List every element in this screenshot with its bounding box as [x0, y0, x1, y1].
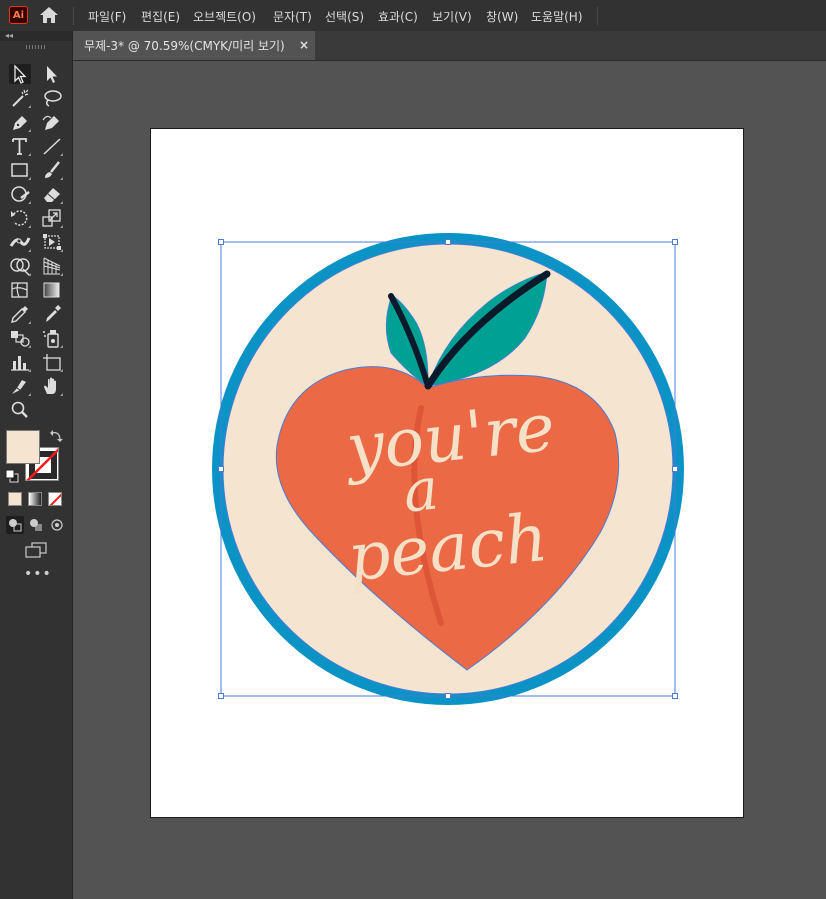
menu-select[interactable]: 선택(S) [325, 8, 364, 24]
selection-handle[interactable] [218, 466, 224, 472]
menu-object[interactable]: 오브젝트(O) [193, 8, 256, 24]
selection-tool-icon[interactable] [9, 64, 31, 84]
home-icon[interactable] [38, 5, 60, 25]
zoom-tool-icon[interactable] [9, 400, 31, 420]
fill-color-swatch[interactable] [6, 430, 40, 464]
rectangle-tool-icon[interactable] [9, 160, 31, 180]
color-mode-button[interactable] [8, 492, 22, 506]
mesh-tool-icon[interactable] [9, 280, 31, 300]
menu-effect[interactable]: 효과(C) [378, 8, 418, 24]
paintbrush-tool-icon[interactable] [41, 160, 63, 180]
gradient-tool-icon[interactable] [41, 280, 63, 300]
selection-handle[interactable] [218, 239, 224, 245]
draw-behind-icon[interactable] [27, 516, 45, 534]
menu-type[interactable]: 문자(T) [273, 8, 312, 24]
draw-normal-icon[interactable] [6, 516, 24, 534]
symbol-sprayer-tool-icon[interactable] [41, 328, 63, 348]
tools-panel-header: ◂◂ [0, 31, 72, 41]
draw-inside-icon[interactable] [48, 516, 66, 534]
shape-builder-tool-icon[interactable] [9, 256, 31, 276]
pen-tool-icon[interactable] [9, 112, 31, 132]
width-tool-icon[interactable] [9, 232, 31, 252]
selection-handle[interactable] [672, 693, 678, 699]
eyedropper-tool-icon[interactable] [9, 304, 31, 324]
magic-wand-tool-icon[interactable] [9, 88, 31, 108]
hand-tool-icon[interactable] [41, 376, 63, 396]
menu-separator [73, 7, 74, 25]
line-segment-tool-icon[interactable] [41, 136, 63, 156]
curvature-tool-icon[interactable] [41, 112, 63, 132]
column-graph-tool-icon[interactable] [9, 352, 31, 372]
artboard-tool-icon[interactable] [41, 352, 63, 372]
menu-window[interactable]: 창(W) [486, 8, 518, 24]
menu-edit[interactable]: 편집(E) [141, 8, 180, 24]
document-tab[interactable]: 무제-3* @ 70.59%(CMYK/미리 보기) × [73, 31, 315, 60]
close-icon[interactable]: × [299, 38, 309, 52]
direct-selection-tool-icon[interactable] [41, 64, 63, 84]
scale-tool-icon[interactable] [41, 208, 63, 228]
rotate-tool-icon[interactable] [9, 208, 31, 228]
lasso-tool-icon[interactable] [41, 88, 63, 108]
app-logo[interactable]: Ai [9, 6, 28, 24]
document-tab-title: 무제-3* @ 70.59%(CMYK/미리 보기) [84, 39, 285, 53]
swap-fill-stroke-icon[interactable] [49, 429, 63, 443]
gradient-mode-button[interactable] [28, 492, 42, 506]
tools-panel: ◂◂ ••• [0, 31, 73, 899]
type-tool-icon[interactable] [9, 136, 31, 156]
eyedropper-alt-tool-icon[interactable] [41, 304, 63, 324]
shaper-tool-icon[interactable] [9, 184, 31, 204]
edit-toolbar-button[interactable]: ••• [24, 567, 51, 583]
perspective-grid-tool-icon[interactable] [41, 256, 63, 276]
screen-mode-icon[interactable] [24, 541, 48, 559]
selection-handle[interactable] [445, 239, 451, 245]
slice-tool-icon[interactable] [9, 376, 31, 396]
default-colors-icon[interactable] [5, 469, 19, 483]
blend-tool-icon[interactable] [9, 328, 31, 348]
eraser-tool-icon[interactable] [41, 184, 63, 204]
menu-bar: Ai 파일(F) 편집(E) 오브젝트(O) 문자(T) 선택(S) 효과(C)… [0, 0, 826, 32]
selection-handle[interactable] [218, 693, 224, 699]
selection-handle[interactable] [445, 693, 451, 699]
menu-help[interactable]: 도움말(H) [531, 8, 583, 24]
collapse-icon[interactable]: ◂◂ [5, 31, 13, 41]
none-mode-button[interactable] [48, 492, 62, 506]
selection-handle[interactable] [672, 239, 678, 245]
free-transform-tool-icon[interactable] [41, 232, 63, 252]
selection-handle[interactable] [672, 466, 678, 472]
menu-file[interactable]: 파일(F) [88, 8, 126, 24]
peach-badge-artwork[interactable]: you're a peach [205, 228, 690, 713]
document-tab-bar: 무제-3* @ 70.59%(CMYK/미리 보기) × [73, 31, 826, 61]
menu-view[interactable]: 보기(V) [432, 8, 472, 24]
panel-grip[interactable] [26, 45, 46, 49]
menu-separator [597, 7, 598, 25]
